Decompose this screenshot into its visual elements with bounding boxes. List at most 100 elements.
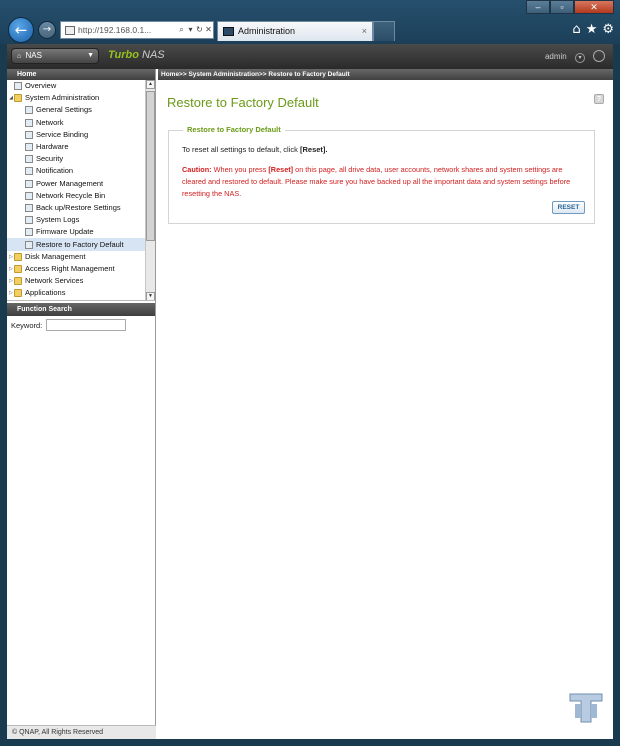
- language-globe-icon[interactable]: [593, 50, 605, 62]
- folder-icon: [14, 252, 22, 261]
- sidebar-item[interactable]: Service Binding: [7, 129, 155, 141]
- browser-tools: ⌂ ★ ⚙: [572, 22, 614, 37]
- keyword-label: Keyword:: [11, 320, 43, 330]
- maximize-button[interactable]: ▫: [550, 0, 574, 14]
- sidebar-item-label: Overview: [25, 81, 57, 91]
- page-icon: [25, 179, 33, 188]
- sidebar-item[interactable]: ▷ Network Services: [7, 275, 155, 287]
- caution-reset-emphasis: [Reset]: [268, 165, 294, 174]
- scroll-down-icon[interactable]: ▼: [146, 292, 155, 300]
- sidebar-item-label: Security: [36, 154, 64, 164]
- back-button[interactable]: ←: [8, 17, 34, 43]
- page-icon: [25, 143, 33, 152]
- sidebar-item[interactable]: Network: [7, 117, 155, 129]
- sidebar-item[interactable]: Notification: [7, 165, 155, 177]
- nas-menu-button[interactable]: ⌂ NAS ▼: [11, 48, 99, 64]
- sidebar-item-label: Applications: [25, 288, 66, 298]
- folder-icon: [14, 94, 22, 103]
- close-window-button[interactable]: ✕: [574, 0, 614, 14]
- sidebar-item[interactable]: Firmware Update: [7, 226, 155, 238]
- brand-nas: NAS: [142, 49, 165, 61]
- caution-pre: When you press: [211, 165, 269, 174]
- sidebar-item[interactable]: Hardware: [7, 141, 155, 153]
- home-icon: ⌂: [17, 53, 22, 60]
- restore-section: Restore to Factory Default To reset all …: [168, 125, 595, 224]
- sidebar-item[interactable]: Restore to Factory Default: [7, 238, 155, 251]
- favorites-star-icon[interactable]: ★: [586, 22, 598, 37]
- nav-tree: Overview ◢ System Administration General Se…: [7, 80, 155, 301]
- sidebar-item-label: Network Recycle Bin: [36, 190, 106, 200]
- sidebar-item-label: Hardware: [36, 142, 69, 152]
- keyword-input[interactable]: [46, 319, 127, 331]
- sidebar-item[interactable]: Back up/Restore Settings: [7, 202, 155, 214]
- sidebar-item-label: Restore to Factory Default: [36, 239, 124, 249]
- instruction-text: To reset all settings to default, click …: [182, 145, 328, 154]
- tab-title: Administration: [238, 26, 296, 36]
- sidebar-item[interactable]: ▷ Disk Management: [7, 251, 155, 263]
- dropdown-icon[interactable]: ▾: [186, 22, 195, 38]
- tree-scrollbar[interactable]: ▲ ▼: [145, 80, 155, 300]
- sidebar-item[interactable]: ▷ Applications: [7, 287, 155, 299]
- sidebar-item-label: Notification: [36, 166, 74, 176]
- chevron-down-icon: ▼: [87, 52, 94, 59]
- scroll-up-icon[interactable]: ▲: [146, 80, 155, 89]
- page-icon: [25, 228, 33, 237]
- page-icon: [25, 118, 33, 127]
- sidebar: Home Overview ◢ System Administration Gener…: [7, 69, 156, 739]
- folder-icon: [14, 264, 22, 273]
- address-url[interactable]: http://192.168.0.1...: [78, 22, 177, 38]
- settings-gear-icon[interactable]: ⚙: [602, 22, 614, 37]
- sidebar-item[interactable]: Overview: [7, 80, 155, 92]
- sidebar-item[interactable]: Power Management: [7, 178, 155, 190]
- nas-admin-app: ⌂ NAS ▼ Turbo NAS admin ▾ Home Overview ◢…: [7, 44, 613, 739]
- refresh-icon[interactable]: ↻: [195, 22, 204, 38]
- sidebar-item[interactable]: Network Recycle Bin: [7, 190, 155, 202]
- keyword-row: Keyword:: [7, 316, 155, 334]
- chevron-down-icon[interactable]: ▾: [575, 53, 585, 63]
- tab-close-icon[interactable]: ×: [362, 22, 367, 41]
- sidebar-item[interactable]: Security: [7, 153, 155, 165]
- app-topbar: ⌂ NAS ▼ Turbo NAS admin ▾: [7, 44, 613, 69]
- sidebar-item-label: Disk Management: [25, 251, 86, 261]
- function-search-header: Function Search: [7, 303, 155, 316]
- copyright-text: © QNAP, All Rights Reserved: [7, 725, 156, 739]
- sidebar-item[interactable]: General Settings: [7, 104, 155, 116]
- user-menu[interactable]: admin ▾: [545, 52, 585, 63]
- user-name: admin: [544, 52, 567, 61]
- folder-icon: [14, 277, 22, 286]
- page-icon: [14, 82, 22, 91]
- help-icon[interactable]: ?: [594, 94, 604, 104]
- page-icon: [25, 155, 33, 164]
- sidebar-home-header[interactable]: Home: [7, 69, 155, 80]
- forward-button[interactable]: →: [38, 21, 56, 39]
- sidebar-item-label: General Settings: [36, 105, 92, 115]
- page-icon: [25, 130, 33, 139]
- new-tab-button[interactable]: [373, 21, 395, 41]
- page-icon: [25, 191, 33, 200]
- home-icon[interactable]: ⌂: [572, 22, 580, 37]
- sidebar-item[interactable]: ▷ Access Right Management: [7, 263, 155, 275]
- reset-button[interactable]: RESET: [552, 201, 585, 214]
- sidebar-item-label: Network: [36, 117, 64, 127]
- section-legend: Restore to Factory Default: [183, 125, 285, 134]
- address-bar[interactable]: http://192.168.0.1... ⌕ ▾ ↻ ✕: [60, 21, 214, 39]
- page-icon: [25, 203, 33, 212]
- sidebar-item[interactable]: System Logs: [7, 214, 155, 226]
- instruction-reset-emphasis: [Reset].: [299, 145, 328, 154]
- page-icon: [25, 106, 33, 115]
- sidebar-item-label: Power Management: [36, 178, 104, 188]
- brand-logo: Turbo NAS: [108, 49, 165, 61]
- scroll-thumb[interactable]: [146, 91, 155, 241]
- page-icon: [25, 216, 33, 225]
- nav-tree-rows: Overview ◢ System Administration General Se…: [7, 80, 155, 299]
- minimize-button[interactable]: –: [526, 0, 550, 14]
- window-controls: – ▫ ✕: [526, 0, 614, 14]
- sidebar-item-label: Back up/Restore Settings: [36, 202, 121, 212]
- stop-icon[interactable]: ✕: [204, 22, 213, 38]
- browser-tab-administration[interactable]: Administration ×: [217, 21, 373, 41]
- search-icon[interactable]: ⌕: [177, 22, 186, 38]
- nas-menu-label: NAS: [25, 51, 42, 60]
- caution-label: Caution:: [182, 165, 212, 174]
- sidebar-item[interactable]: ◢ System Administration: [7, 92, 155, 104]
- sidebar-item-label: System Administration: [25, 93, 100, 103]
